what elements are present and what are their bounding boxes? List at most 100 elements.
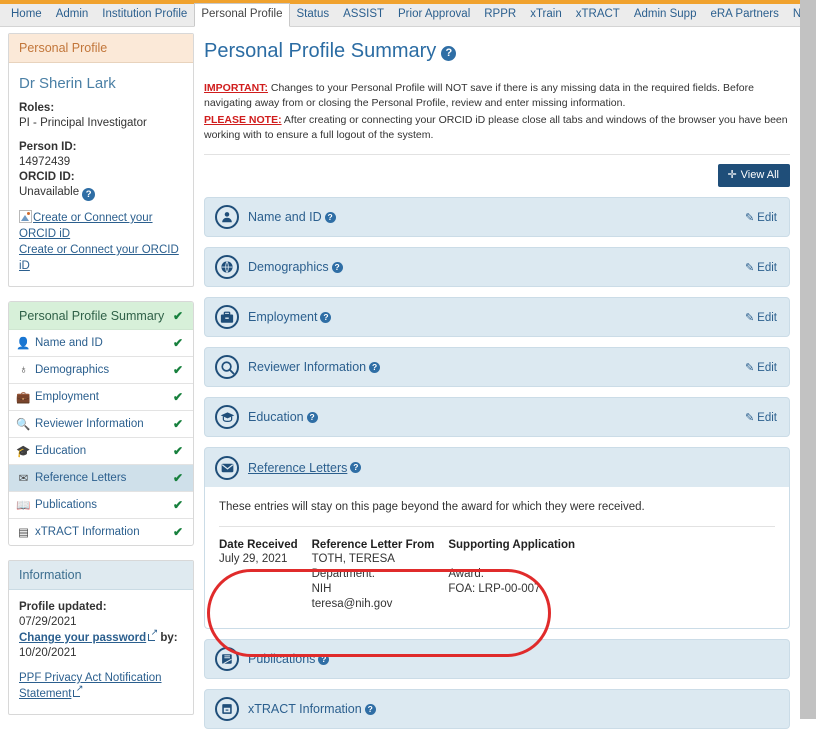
check-icon: ✔ <box>172 498 183 512</box>
important-notice-tag: IMPORTANT: <box>204 82 268 94</box>
cell-from-email: teresa@nih.gov <box>311 598 393 610</box>
sidebar-item-label: Reference Letters <box>35 472 127 484</box>
sidebar-item-name-and-id[interactable]: 👤 Name and ID ✔ <box>9 330 193 357</box>
help-icon[interactable]: ? <box>324 211 336 223</box>
section-education-header[interactable]: Education? ✎ Edit <box>204 397 790 437</box>
roles-label: Roles: <box>19 102 55 114</box>
section-name-and-id-label: Name and ID <box>248 210 322 224</box>
sidebar-item-employment[interactable]: 💼 Employment ✔ <box>9 384 193 411</box>
sidebar-item-reviewer-information[interactable]: 🔍 Reviewer Information ✔ <box>9 411 193 438</box>
nav-tab-rppr[interactable]: RPPR <box>477 3 523 26</box>
nav-tab-era-partners[interactable]: eRA Partners <box>703 3 785 26</box>
edit-button-label: Edit <box>757 211 777 224</box>
edit-education-button[interactable]: ✎ Edit <box>745 411 777 424</box>
orcid-connect-link[interactable]: Create or Connect your ORCID iD <box>19 244 179 272</box>
information-card-header: Information <box>9 561 193 590</box>
orcid-connect-link-broken[interactable]: Create or Connect your ORCID iD <box>19 212 153 240</box>
edit-reviewer-information-button[interactable]: ✎ Edit <box>745 361 777 374</box>
roles-value: PI - Principal Investigator <box>19 117 147 129</box>
help-icon[interactable]: ? <box>320 311 332 323</box>
page-title: Personal Profile Summary? <box>204 39 790 63</box>
publications-icon <box>215 647 239 671</box>
orcid-link-row: Create or Connect your ORCID iD <box>19 242 183 274</box>
nav-tab-xtrain[interactable]: xTrain <box>523 3 569 26</box>
sidebar-item-content: 🎓 Education <box>16 445 86 458</box>
orcid-id-label: ORCID ID: <box>19 171 75 183</box>
section-education: Education? ✎ Edit <box>204 397 790 437</box>
vertical-scrollbar-thumb[interactable] <box>800 0 816 612</box>
please-note-text: After creating or connecting your ORCID … <box>204 114 788 141</box>
help-icon[interactable]: ? <box>331 261 343 273</box>
page-container: Personal Profile Dr Sherin Lark Roles: P… <box>0 27 800 729</box>
important-notice: IMPORTANT: Changes to your Personal Prof… <box>204 81 790 110</box>
sidebar-item-label: xTRACT Information <box>35 526 140 538</box>
help-icon[interactable]: ? <box>318 653 330 665</box>
section-demographics-header[interactable]: Demographics? ✎ Edit <box>204 247 790 287</box>
section-employment: Employment? ✎ Edit <box>204 297 790 337</box>
help-icon[interactable]: ? <box>364 703 376 715</box>
change-password-link[interactable]: Change your password <box>19 632 146 644</box>
section-employment-header[interactable]: Employment? ✎ Edit <box>204 297 790 337</box>
section-reference-letters-body: These entries will stay on this page bey… <box>204 487 790 657</box>
cell-blank <box>219 567 312 582</box>
column-header-supporting-application: Supporting Application <box>448 539 576 551</box>
name-and-id-icon <box>215 205 239 229</box>
edit-demographics-button[interactable]: ✎ Edit <box>745 261 777 274</box>
sidebar-item-publications[interactable]: 📖 Publications ✔ <box>9 492 193 519</box>
nav-tab-prior-approval[interactable]: Prior Approval <box>391 3 477 26</box>
sidebar-item-demographics[interactable]: ♁ Demographics ✔ <box>9 357 193 384</box>
nav-tab-xtract[interactable]: xTRACT <box>569 3 627 26</box>
education-icon <box>215 405 239 429</box>
section-employment-label: Employment <box>248 310 318 324</box>
person-id-value: 14972439 <box>19 156 71 168</box>
nav-tab-admin-supp[interactable]: Admin Supp <box>627 3 704 26</box>
nav-tab-status[interactable]: Status <box>290 3 337 26</box>
section-xtract-information-header[interactable]: xTRACT Information? <box>204 689 790 729</box>
privacy-statement-link[interactable]: PPF Privacy Act Notification Statement <box>19 672 162 700</box>
help-icon[interactable]: ? <box>306 411 318 423</box>
name-and-id-icon: 👤 <box>16 338 31 350</box>
check-icon: ✔ <box>172 309 183 323</box>
profile-section-nav: Personal Profile Summary ✔ 👤 Name and ID ✔… <box>8 301 194 546</box>
cell-department-label: Department: <box>311 568 375 580</box>
section-name-and-id-header[interactable]: Name and ID? ✎ Edit <box>204 197 790 237</box>
edit-button-label: Edit <box>757 411 777 424</box>
edit-name-and-id-button[interactable]: ✎ Edit <box>745 211 777 224</box>
sidebar-item-xtract-information[interactable]: ▤ xTRACT Information ✔ <box>9 519 193 545</box>
page-title-text: Personal Profile Summary <box>204 40 437 62</box>
help-icon[interactable]: ? <box>441 46 457 61</box>
sidebar-item-education[interactable]: 🎓 Education ✔ <box>9 438 193 465</box>
nav-tab-assist[interactable]: ASSIST <box>336 3 391 26</box>
section-reference-letters-header[interactable]: Reference Letters? <box>204 447 790 487</box>
section-reviewer-information-header[interactable]: Reviewer Information? ✎ Edit <box>204 347 790 387</box>
pencil-icon: ✎ <box>744 261 755 274</box>
divider <box>219 526 775 527</box>
view-all-button[interactable]: ✛ View All <box>718 164 790 187</box>
help-icon[interactable]: ? <box>369 361 381 373</box>
profile-sections-bottom: Publications? xTRACT Information? <box>204 639 790 729</box>
section-publications: Publications? <box>204 639 790 679</box>
sidebar-item-reference-letters[interactable]: ✉ Reference Letters ✔ <box>9 465 193 492</box>
help-icon[interactable]: ? <box>350 462 362 473</box>
external-link-icon <box>148 628 158 641</box>
section-demographics: Demographics? ✎ Edit <box>204 247 790 287</box>
main-content: Personal Profile Summary? IMPORTANT: Cha… <box>204 33 790 729</box>
help-icon[interactable]: ? <box>82 188 96 201</box>
reference-letters-table: Date Received Reference Letter From Supp… <box>219 539 589 612</box>
profile-section-nav-header[interactable]: Personal Profile Summary ✔ <box>9 302 193 330</box>
check-icon: ✔ <box>172 444 183 458</box>
section-publications-header[interactable]: Publications? <box>204 639 790 679</box>
nav-tab-institution-profile[interactable]: Institution Profile <box>95 3 194 26</box>
divider <box>204 154 790 155</box>
table-row: NIH FOA: LRP-00-007 <box>219 582 589 597</box>
nav-tab-personal-profile[interactable]: Personal Profile <box>194 3 290 27</box>
orcid-broken-link-row: Create or Connect your ORCID iD <box>19 210 183 242</box>
nav-tab-home[interactable]: Home <box>4 3 49 26</box>
edit-button-label: Edit <box>757 361 777 374</box>
vertical-scrollbar[interactable] <box>800 0 816 719</box>
section-reference-letters: Reference Letters? These entries will st… <box>204 447 790 657</box>
nav-tab-admin[interactable]: Admin <box>49 3 96 26</box>
edit-employment-button[interactable]: ✎ Edit <box>745 311 777 324</box>
information-card: Information Profile updated: 07/29/2021 … <box>8 560 194 715</box>
profile-section-nav-list: 👤 Name and ID ✔ ♁ Demographics ✔ 💼 Employment ✔ 🔍… <box>9 330 193 545</box>
